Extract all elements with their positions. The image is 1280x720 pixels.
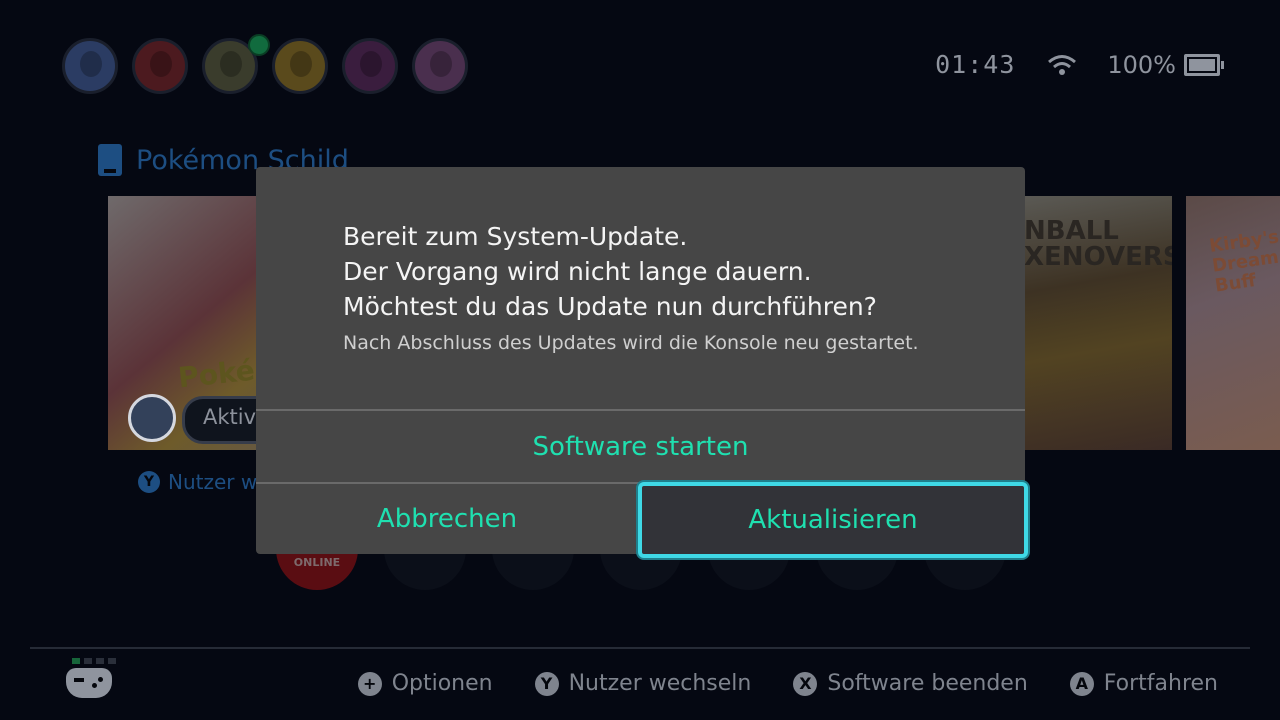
online-indicator-icon [248,34,270,56]
dialog-line-3: Möchtest du das Update nun durchführen? [343,292,877,321]
game-tile-dragonball[interactable]: NBALL XENOVERSE 2 [1016,196,1172,450]
y-button-icon: Y [138,471,160,493]
status-bar: 01:43 100% [935,50,1224,79]
x-button-icon: X [793,671,818,696]
footer-action-options[interactable]: + Optionen [357,671,493,696]
battery-percentage: 100% [1107,50,1176,79]
system-update-dialog: Bereit zum System-Update. Der Vorgang wi… [256,167,1028,558]
footer-divider [30,647,1250,649]
plus-icon: + [357,671,382,696]
player-indicator [72,658,116,664]
footer-action-switch-user[interactable]: Y Nutzer wechseln [534,671,752,696]
footer-action-close-software[interactable]: X Software beenden [793,671,1028,696]
start-software-button[interactable]: Software starten [256,411,1025,482]
user-switch-hint-text: Nutzer w [168,470,258,494]
dialog-note: Nach Abschluss des Updates wird die Kons… [343,332,919,354]
user-avatar-2[interactable] [132,38,188,94]
clock: 01:43 [935,50,1016,79]
footer-actions: + Optionen Y Nutzer wechseln X Software … [357,671,1218,696]
footer-action-continue[interactable]: A Fortfahren [1069,671,1218,696]
active-user-avatar [128,394,176,442]
update-button[interactable]: Aktualisieren [638,482,1028,558]
dragonball-logo: NBALL XENOVERSE 2 [1024,216,1172,272]
kirby-logo: Kirby's Dream Buff [1208,226,1280,297]
footer-action-label: Nutzer wechseln [568,671,752,696]
dialog-line-1: Bereit zum System-Update. [343,222,688,251]
user-avatar-5[interactable] [342,38,398,94]
game-tile-kirby[interactable]: Kirby's Dream Buff [1186,196,1280,450]
battery-icon [1184,53,1224,76]
footer-action-label: Fortfahren [1103,671,1218,696]
user-avatar-6[interactable] [412,38,468,94]
a-button-icon: A [1069,671,1094,696]
user-avatar-4[interactable] [272,38,328,94]
game-card-icon [98,144,122,176]
dialog-message: Bereit zum System-Update. Der Vorgang wi… [343,219,965,356]
gamepad-icon [66,668,112,698]
online-label: ONLINE [293,556,341,569]
footer-action-label: Optionen [391,671,493,696]
footer-action-label: Software beenden [827,671,1028,696]
controller-status [66,658,116,698]
user-avatar-1[interactable] [62,38,118,94]
dialog-line-2: Der Vorgang wird nicht lange dauern. [343,257,812,286]
y-button-icon: Y [534,671,559,696]
cancel-button[interactable]: Abbrechen [256,484,638,554]
user-switch-hint: Y Nutzer w [138,470,257,494]
wifi-icon [1048,54,1077,75]
